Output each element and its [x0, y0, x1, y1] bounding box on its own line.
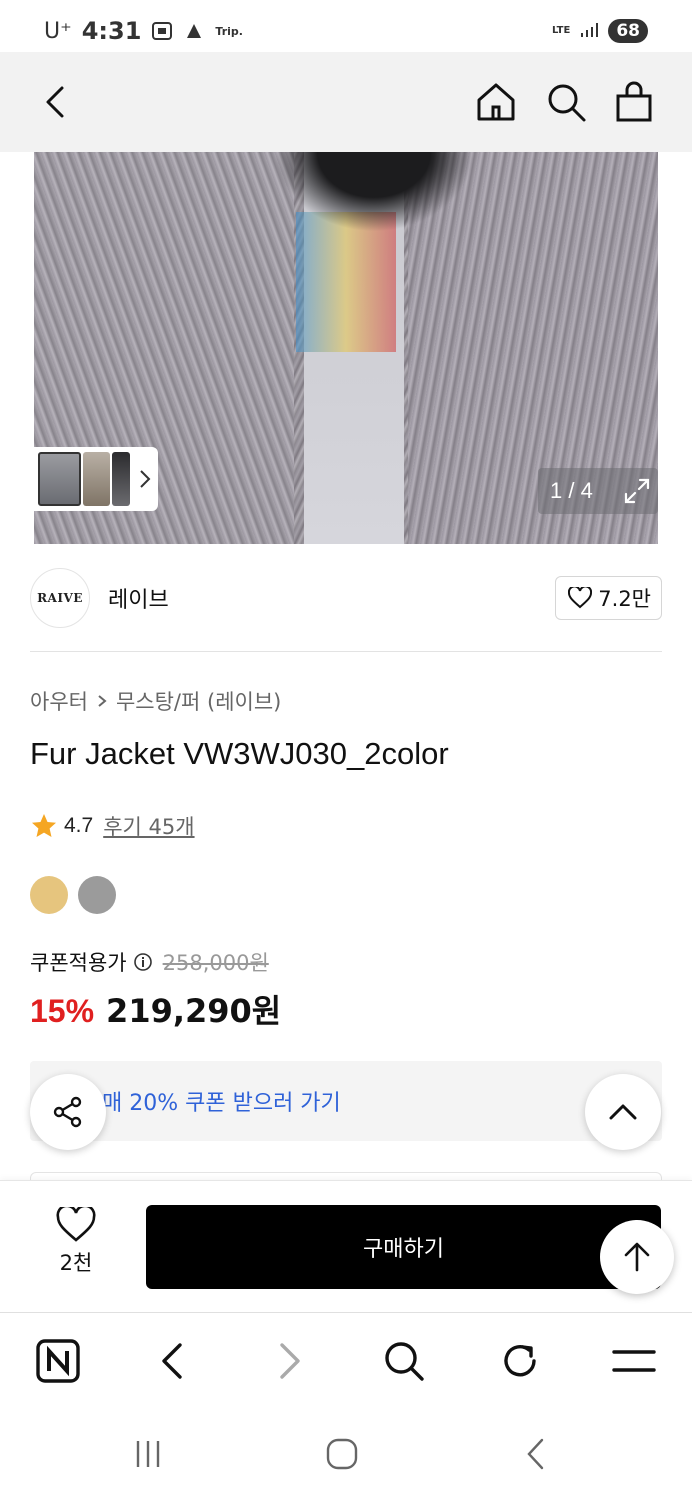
wishlist-count: 2천: [59, 1251, 93, 1275]
buy-button[interactable]: 구매하기: [146, 1205, 661, 1289]
search-button[interactable]: [544, 80, 588, 124]
browser-refresh-button[interactable]: [496, 1337, 544, 1385]
recent-apps-button[interactable]: [128, 1434, 168, 1474]
wishlist-button[interactable]: 2천: [36, 1207, 116, 1287]
share-icon: [53, 1096, 82, 1128]
back-nav-icon: [527, 1438, 544, 1470]
back-icon: [46, 86, 64, 118]
signal-icon: [580, 22, 599, 41]
arrow-up-icon: [624, 1242, 650, 1272]
coupon-banner[interactable]: 매 20% 쿠폰 받으러 가기: [30, 1061, 662, 1141]
browser-forward-button[interactable]: [266, 1337, 314, 1385]
coupon-price-label-row: 쿠폰적용가 258,000원: [30, 947, 269, 977]
naver-logo-icon: [36, 1339, 80, 1383]
color-swatch-beige[interactable]: [30, 876, 68, 914]
heart-icon: [56, 1207, 96, 1242]
original-price: 258,000원: [162, 951, 269, 975]
purchase-bar: 2천 구매하기: [0, 1180, 692, 1312]
sale-price: 219,290원: [106, 992, 282, 1030]
menu-icon: [612, 1350, 656, 1372]
heart-icon: [568, 587, 593, 609]
app-notification-icon: [183, 21, 205, 41]
divider: [30, 651, 662, 652]
product-image[interactable]: 1 / 4: [34, 152, 658, 544]
rating-value: 4.7: [64, 814, 94, 837]
naver-home-button[interactable]: [34, 1337, 82, 1385]
browser-back-button[interactable]: [148, 1337, 196, 1385]
chevron-right-icon: [280, 1343, 300, 1379]
review-link[interactable]: 후기 45개: [103, 811, 194, 841]
coupon-banner-text[interactable]: 매 20% 쿠폰 받으러 가기: [102, 1085, 341, 1117]
carrier-label: U⁺: [44, 18, 72, 44]
thumbnail-2[interactable]: [83, 452, 111, 506]
chevron-left-icon: [162, 1343, 182, 1379]
image-hair-region: [274, 152, 474, 232]
breadcrumb-subcategory[interactable]: 무스탕/퍼 (레이브): [116, 686, 281, 716]
rating-row: 4.7 후기 45개: [30, 811, 195, 841]
cart-button[interactable]: [614, 80, 654, 124]
info-icon[interactable]: [133, 952, 153, 972]
breadcrumb-category[interactable]: 아우터: [30, 686, 88, 716]
breadcrumb: 아우터 무스탕/퍼 (레이브): [30, 686, 281, 716]
thumbnail-strip[interactable]: [34, 447, 158, 511]
color-swatches: [30, 876, 116, 914]
price-row: 15% 219,290원: [30, 986, 281, 1032]
buy-button-label: 구매하기: [363, 1237, 444, 1262]
browser-toolbar: [0, 1312, 692, 1408]
search-icon: [385, 1342, 424, 1381]
top-header: [0, 52, 692, 152]
browser-search-button[interactable]: [380, 1337, 428, 1385]
color-swatch-gray[interactable]: [78, 876, 116, 914]
search-icon: [548, 84, 586, 122]
scroll-to-top-button[interactable]: [600, 1220, 674, 1294]
thumbnail-next-button[interactable]: [136, 464, 154, 494]
home-nav-icon: [326, 1438, 358, 1470]
network-label: LTE: [551, 25, 571, 36]
back-button[interactable]: [36, 82, 76, 122]
battery-indicator: 68: [608, 19, 648, 43]
home-button[interactable]: [474, 80, 518, 124]
screenshot-icon: [151, 21, 173, 41]
brand-like-button[interactable]: 7.2만: [555, 576, 662, 620]
home-nav-button[interactable]: [322, 1434, 362, 1474]
brand-logo[interactable]: RAIVE: [30, 568, 90, 628]
image-print-region: [296, 212, 396, 352]
brand-row[interactable]: RAIVE 레이브 7.2만: [30, 566, 662, 630]
shopping-bag-icon: [616, 81, 652, 122]
product-title: Fur Jacket VW3WJ030_2color: [30, 736, 449, 771]
star-icon: [32, 814, 56, 837]
home-icon: [477, 83, 515, 121]
chevron-up-icon: [609, 1104, 637, 1120]
thumbnail-3[interactable]: [112, 452, 131, 506]
share-button[interactable]: [30, 1074, 106, 1150]
chevron-right-icon: [98, 695, 107, 707]
expand-image-button[interactable]: [622, 476, 652, 506]
system-navigation-bar: [0, 1408, 692, 1500]
clock: 4:31: [81, 17, 142, 45]
back-nav-button[interactable]: [516, 1434, 556, 1474]
page-counter-text: 1 / 4: [550, 478, 593, 503]
collapse-button[interactable]: [585, 1074, 661, 1150]
refresh-icon: [504, 1345, 536, 1377]
coupon-price-label: 쿠폰적용가: [30, 951, 127, 975]
thumbnail-1[interactable]: [38, 452, 82, 506]
brand-name[interactable]: 레이브: [108, 582, 169, 614]
expand-icon: [624, 478, 650, 504]
chevron-right-icon: [140, 470, 151, 488]
image-page-counter: 1 / 4: [538, 468, 658, 514]
browser-menu-button[interactable]: [610, 1337, 658, 1385]
trip-notification: Trip.: [215, 24, 243, 38]
brand-like-count: 7.2만: [598, 587, 651, 611]
recent-apps-icon: [136, 1441, 160, 1467]
discount-rate: 15%: [30, 993, 95, 1029]
